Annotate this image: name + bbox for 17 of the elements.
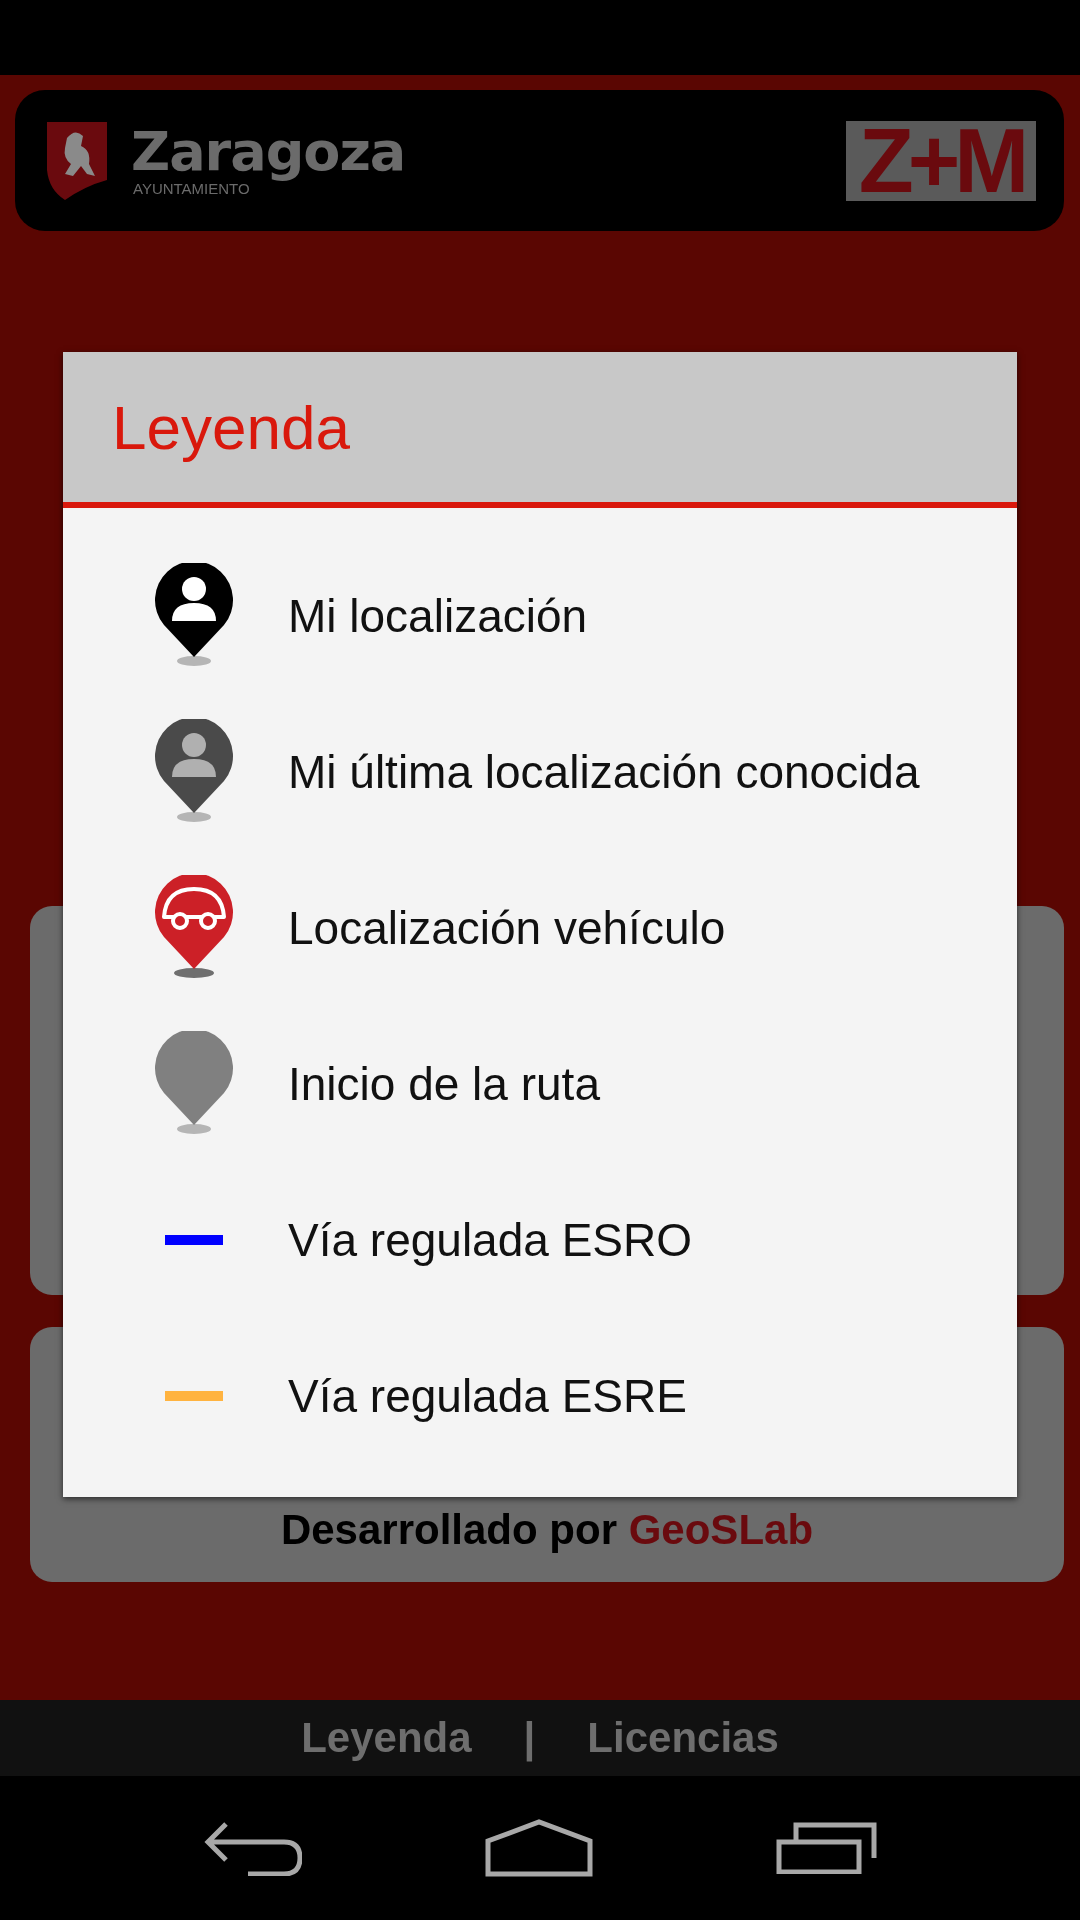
legend-label: Localización vehículo [288, 901, 726, 955]
legend-label: Vía regulada ESRE [288, 1369, 687, 1423]
dialog-title: Leyenda [112, 391, 350, 463]
footer-link[interactable]: Licencias [587, 1714, 779, 1762]
credits-text: Desarrollado por GeoSLab [280, 1506, 814, 1554]
link-separator: | [523, 1714, 536, 1762]
city-subtitle: AYUNTAMIENTO [133, 180, 250, 197]
recent-apps-icon[interactable] [776, 1822, 879, 1874]
footer-link[interactable]: Leyenda [301, 1714, 472, 1762]
credits-link[interactable]: GeoSLab [628, 1506, 814, 1553]
city-name: Zaragoza [131, 124, 406, 180]
legend-label: Vía regulada ESRO [288, 1213, 692, 1267]
legend-label: Mi localización [288, 589, 588, 643]
home-icon[interactable] [485, 1819, 593, 1877]
legend-label: Inicio de la ruta [288, 1057, 600, 1111]
legend-label: Mi última localización conocida [288, 745, 920, 799]
app-logo: Z+M [846, 120, 1036, 201]
